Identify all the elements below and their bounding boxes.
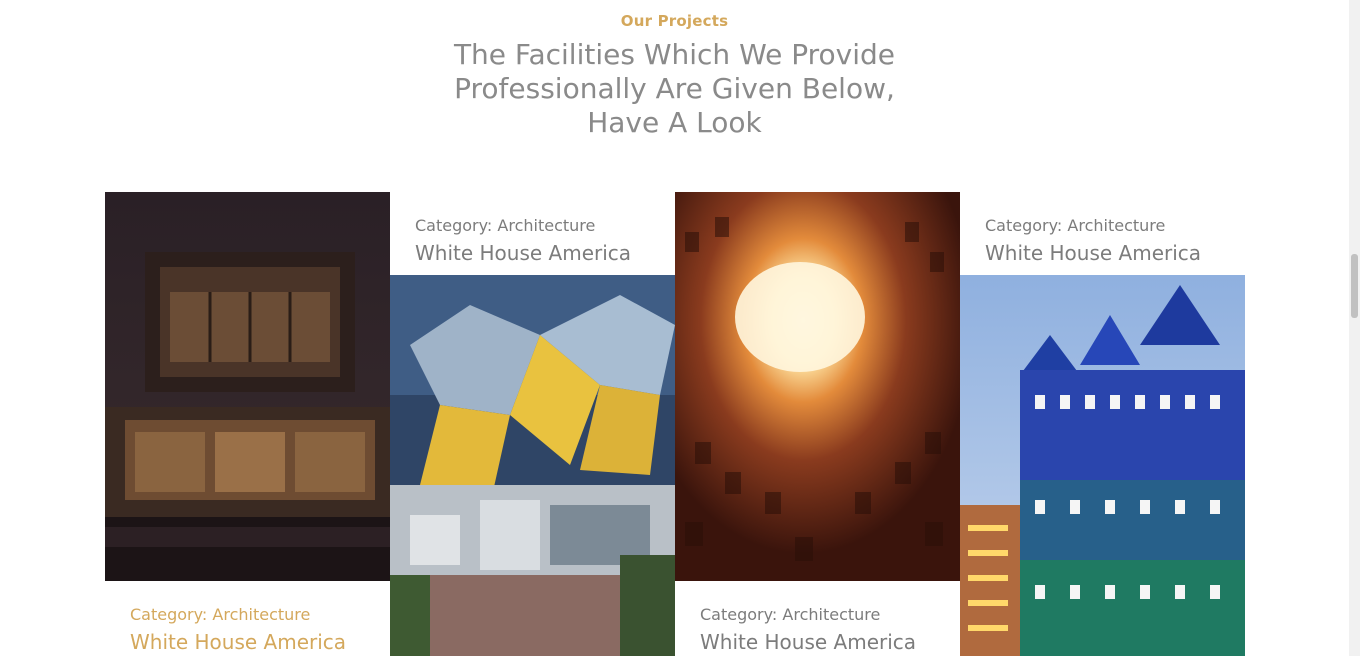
project-category: Category: Architecture [700, 605, 881, 624]
section-headline: The Facilities Which We Provide Professi… [0, 38, 1349, 140]
project-image-cube-houses[interactable] [390, 275, 675, 656]
project-image-modern-house[interactable] [105, 192, 390, 581]
project-title[interactable]: White House America [415, 241, 631, 265]
section-eyebrow: Our Projects [620, 12, 729, 30]
headline-line-3: Have A Look [587, 106, 762, 139]
project-card-4[interactable]: Category: Architecture White House Ameri… [960, 192, 1245, 656]
project-image-courtyard[interactable] [675, 192, 960, 581]
project-category: Category: Architecture [415, 216, 596, 235]
headline-line-2: Professionally Are Given Below, [454, 72, 895, 105]
project-category: Category: Architecture [985, 216, 1166, 235]
headline-line-1: The Facilities Which We Provide [453, 38, 896, 71]
project-image-stacked-houses[interactable] [960, 275, 1245, 656]
project-card-2[interactable]: Category: Architecture White House Ameri… [390, 192, 675, 656]
page-scrollbar[interactable] [1349, 0, 1360, 656]
project-category: Category: Architecture [130, 605, 311, 624]
project-title[interactable]: White House America [700, 630, 916, 654]
project-title[interactable]: White House America [985, 241, 1201, 265]
scrollbar-thumb[interactable] [1351, 254, 1358, 318]
project-card-3[interactable]: Category: Architecture White House Ameri… [675, 192, 960, 656]
project-card-1[interactable]: Category: Architecture White House Ameri… [105, 192, 390, 656]
project-title[interactable]: White House America [130, 630, 346, 654]
